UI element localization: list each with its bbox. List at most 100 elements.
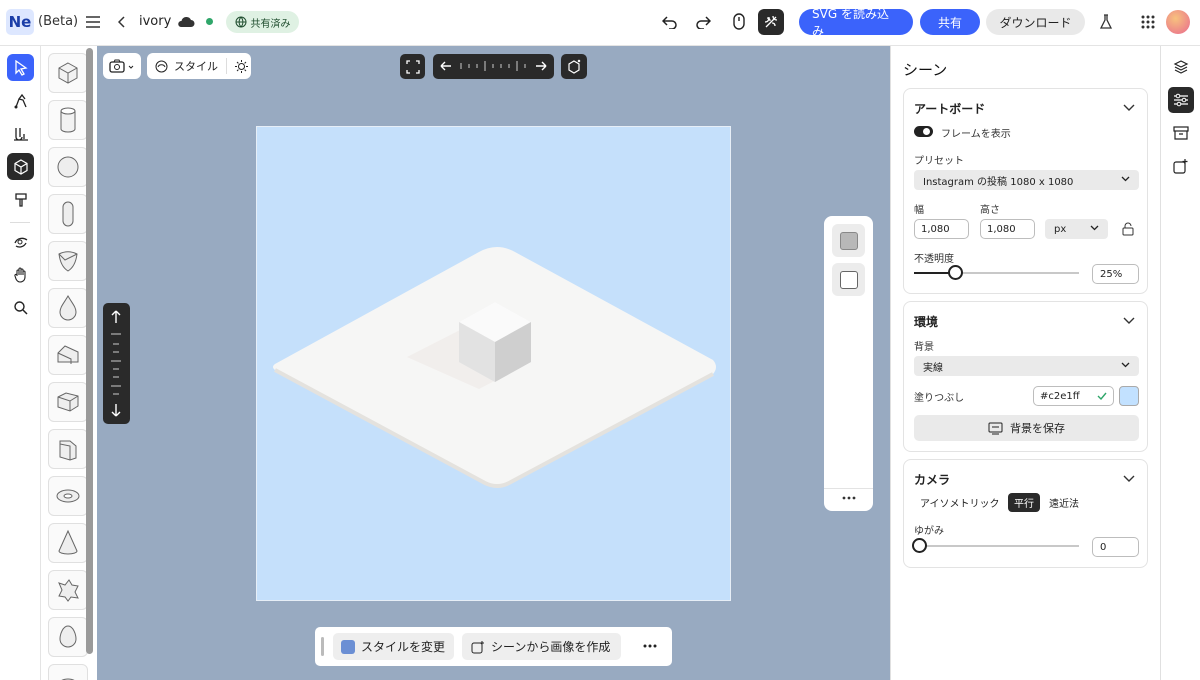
pen-tool-icon[interactable]	[7, 87, 34, 114]
camera-mode-label: 遠近法	[1049, 499, 1079, 510]
redo-icon[interactable]	[693, 12, 713, 32]
back-chevron-icon[interactable]	[116, 13, 128, 31]
opacity-knob[interactable]	[948, 265, 963, 280]
globe-icon	[235, 16, 247, 28]
beta-label: (Beta)	[38, 14, 79, 29]
sphere-shape-icon[interactable]	[48, 147, 88, 187]
document-name[interactable]: ivory	[139, 14, 171, 29]
opacity-slider[interactable]	[914, 265, 1079, 281]
archive-icon[interactable]	[1168, 120, 1194, 146]
camera-reset-icon[interactable]	[561, 54, 587, 79]
artboard-collapse-chevron-icon[interactable]	[1123, 104, 1135, 112]
zoom-tool-icon[interactable]	[7, 294, 34, 321]
more-options-icon[interactable]	[643, 644, 657, 648]
camera-collapse-chevron-icon[interactable]	[1123, 475, 1135, 483]
background-select[interactable]: 実線	[914, 356, 1139, 376]
apps-grid-icon[interactable]	[1138, 12, 1158, 32]
generate-image-icon[interactable]	[1168, 153, 1194, 179]
app-logo[interactable]: Ne	[6, 9, 34, 35]
save-background-icon	[988, 422, 1003, 435]
select-tool-icon[interactable]	[7, 54, 34, 81]
paint-tool-icon[interactable]	[7, 186, 34, 213]
opacity-label: 不透明度	[914, 254, 954, 265]
hand-tool-icon[interactable]	[7, 261, 34, 288]
camera-mode-label: 平行	[1014, 499, 1034, 510]
shield-shape-icon[interactable]	[48, 241, 88, 281]
camera-mode-parallel[interactable]: 平行	[1008, 493, 1040, 512]
distortion-input[interactable]: 0	[1092, 537, 1139, 557]
vertical-rotate-slider[interactable]	[103, 303, 130, 424]
background-label: 背景	[914, 342, 934, 353]
camera-section: カメラ アイソメトリック 平行 遠近法 ゆがみ 0	[903, 459, 1148, 568]
style-thumbnail-icon	[341, 639, 355, 654]
shape-library	[41, 46, 97, 680]
create-image-button[interactable]: シーンから画像を作成	[462, 633, 621, 660]
download-button[interactable]: ダウンロード	[986, 9, 1085, 35]
camera-menu-button[interactable]	[103, 53, 141, 79]
camera-mode-isometric[interactable]: アイソメトリック	[914, 493, 1006, 512]
import-svg-button[interactable]: SVG を読み込み	[799, 7, 913, 38]
transform-tool-icon[interactable]	[7, 228, 34, 255]
lab-flask-icon[interactable]	[1096, 12, 1116, 32]
show-frame-toggle[interactable]	[914, 126, 933, 137]
menu-icon[interactable]	[84, 13, 102, 31]
layers-icon[interactable]	[1168, 54, 1194, 80]
opacity-input[interactable]: 25%	[1092, 264, 1139, 284]
image-sparkle-icon	[471, 640, 485, 654]
cloud-icon	[176, 13, 196, 31]
material-swatch-white[interactable]	[832, 263, 865, 296]
palette-more-icon[interactable]	[842, 496, 856, 500]
download-label: ダウンロード	[999, 15, 1072, 30]
distortion-knob[interactable]	[912, 538, 927, 553]
star-extrude-shape-icon[interactable]	[48, 570, 88, 610]
drop-shape-icon[interactable]	[48, 288, 88, 328]
torus-shape-icon[interactable]	[48, 476, 88, 516]
ring-shape-icon[interactable]	[48, 664, 88, 680]
cone-shape-icon[interactable]	[48, 523, 88, 563]
properties-sliders-icon[interactable]	[1168, 87, 1194, 113]
save-background-button[interactable]: 背景を保存	[914, 415, 1139, 441]
checkmark-icon	[1097, 392, 1107, 400]
environment-collapse-chevron-icon[interactable]	[1123, 317, 1135, 325]
share-button[interactable]: 共有	[920, 9, 980, 35]
undo-icon[interactable]	[660, 12, 680, 32]
fill-color-swatch[interactable]	[1119, 386, 1139, 406]
shape-library-scrollbar[interactable]	[86, 48, 93, 654]
preset-select[interactable]: Instagram の投稿 1080 x 1080	[914, 170, 1139, 190]
change-style-button[interactable]: スタイルを変更	[333, 633, 454, 660]
shared-badge-label: 共有済み	[250, 18, 291, 30]
user-avatar[interactable]	[1166, 10, 1190, 34]
fill-hex-input[interactable]: #c2e1ff	[1033, 386, 1114, 406]
drag-handle[interactable]	[321, 637, 324, 656]
scene-render[interactable]	[257, 127, 732, 602]
distortion-slider[interactable]	[912, 538, 1079, 554]
style-button[interactable]: スタイル	[174, 58, 218, 74]
egg-shape-icon[interactable]	[48, 617, 88, 657]
horizontal-rotate-slider[interactable]	[433, 54, 554, 79]
material-swatch-gray[interactable]	[832, 224, 865, 257]
camera-mode-label: アイソメトリック	[920, 499, 1000, 510]
create-image-label: シーンから画像を作成	[491, 640, 611, 654]
sync-status-dot	[206, 18, 213, 25]
wedge-shape-icon[interactable]	[48, 335, 88, 375]
width-input[interactable]: 1,080	[914, 219, 969, 239]
camera-mode-perspective[interactable]: 遠近法	[1043, 493, 1085, 512]
mouse-icon[interactable]	[729, 11, 749, 33]
unit-select[interactable]: px	[1045, 219, 1108, 239]
prism-shape-icon[interactable]	[48, 382, 88, 422]
fill-hex-value: #c2e1ff	[1040, 390, 1080, 402]
draw-tool-icon[interactable]	[7, 120, 34, 147]
3d-objects-tool-icon[interactable]	[7, 153, 34, 180]
fit-view-icon[interactable]	[400, 54, 425, 79]
cube-shape-icon[interactable]	[48, 53, 88, 93]
ai-assist-icon[interactable]	[758, 9, 784, 35]
lighting-sun-icon[interactable]	[235, 59, 248, 73]
cylinder-shape-icon[interactable]	[48, 100, 88, 140]
shared-badge[interactable]: 共有済み	[226, 11, 299, 33]
aspect-lock-icon[interactable]	[1122, 222, 1134, 236]
height-input[interactable]: 1,080	[980, 219, 1035, 239]
capsule-shape-icon[interactable]	[48, 194, 88, 234]
bevel-block-shape-icon[interactable]	[48, 429, 88, 469]
artboard[interactable]	[256, 126, 731, 601]
canvas-area[interactable]: スタイル スタイルを変更 シーンから画像を作成	[97, 46, 890, 680]
